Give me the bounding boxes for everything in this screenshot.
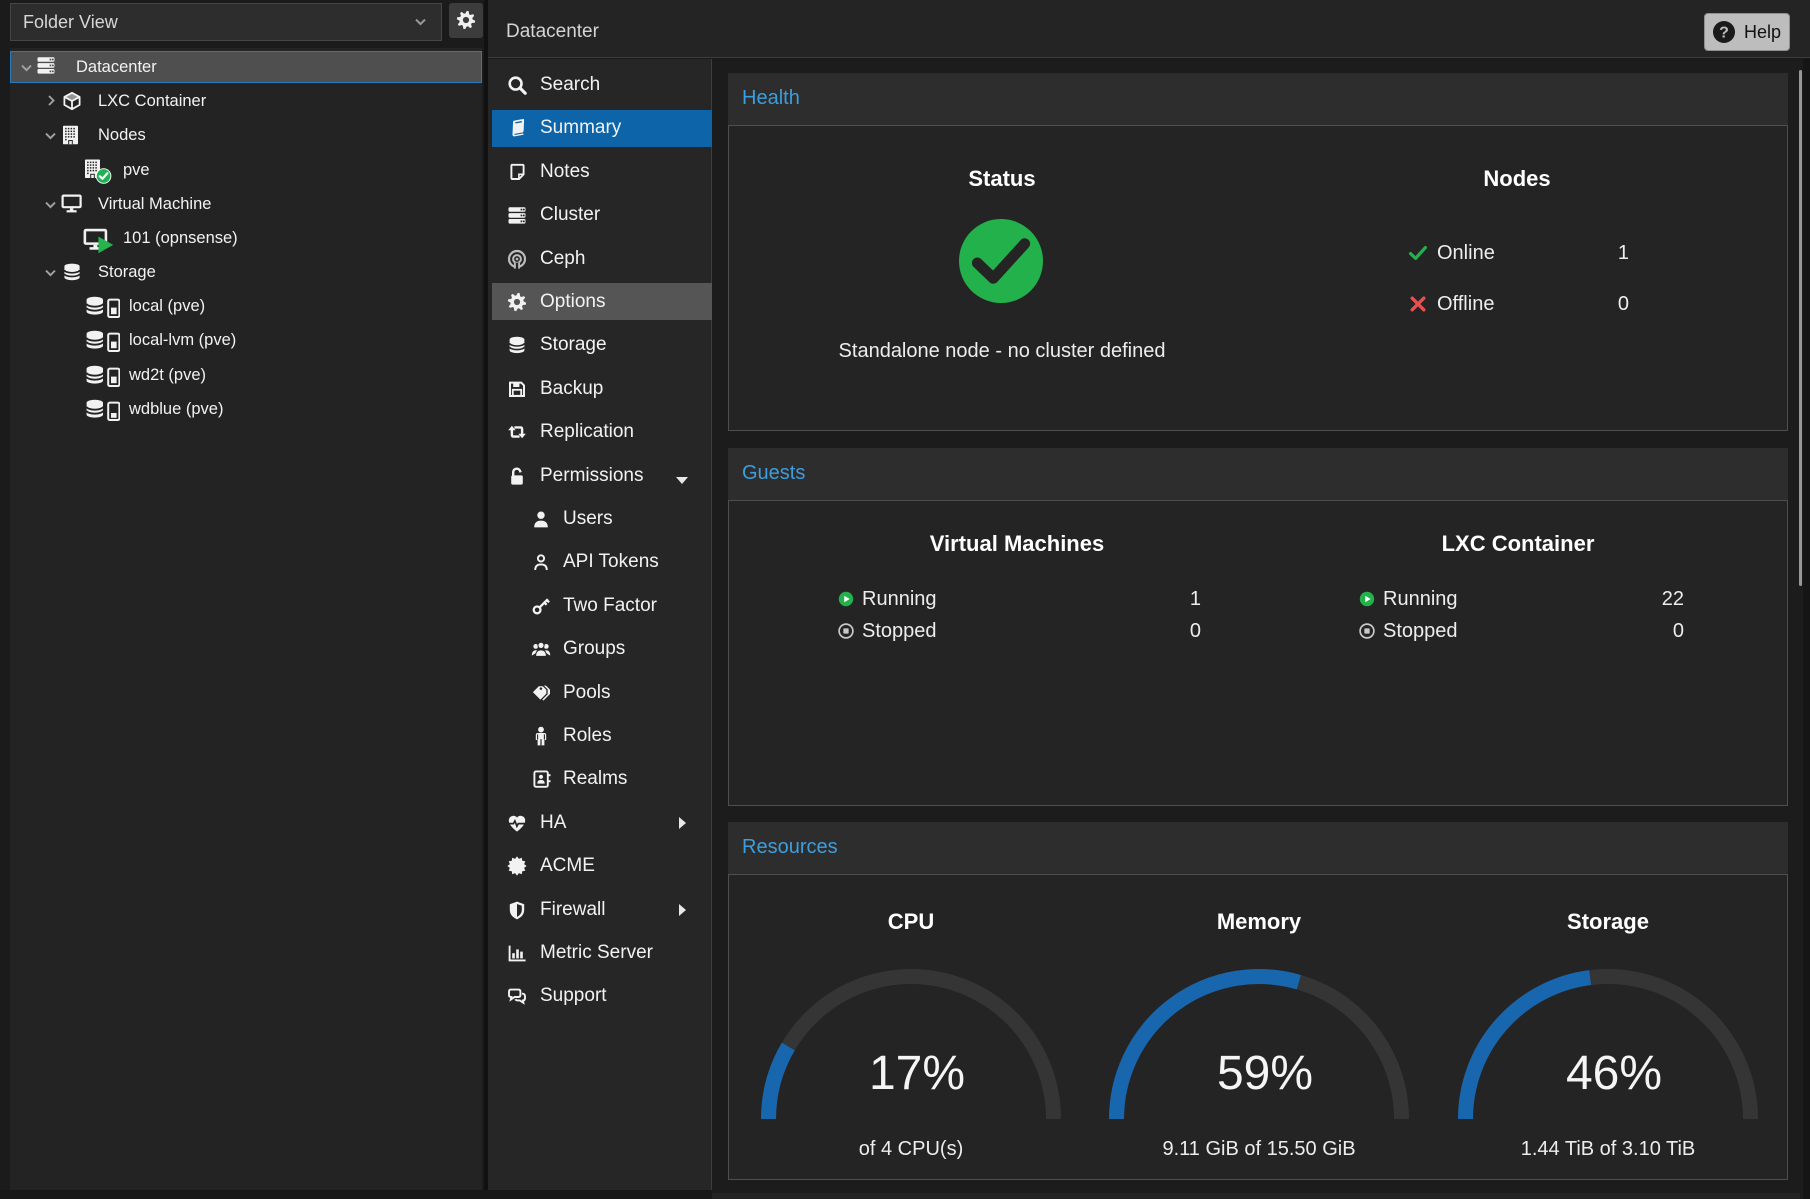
svg-text:?: ? bbox=[1719, 25, 1729, 42]
